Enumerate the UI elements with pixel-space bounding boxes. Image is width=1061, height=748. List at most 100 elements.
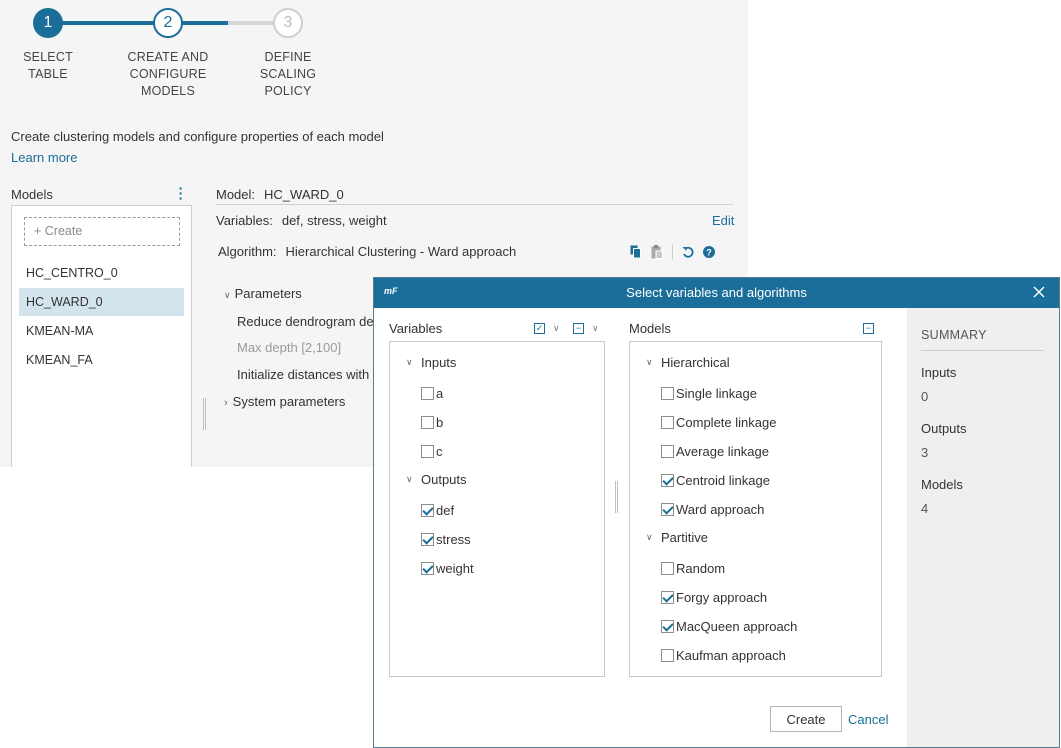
model-item-selected[interactable]: HC_WARD_0 xyxy=(19,288,184,316)
model-option-label: MacQueen approach xyxy=(676,618,798,634)
edit-variables-link[interactable]: Edit xyxy=(712,213,734,228)
checkbox-checked[interactable] xyxy=(421,503,434,517)
variable-checkbox-stress[interactable]: stress xyxy=(421,531,471,547)
cancel-button[interactable]: Cancel xyxy=(848,712,888,727)
copy-icon[interactable] xyxy=(630,245,642,259)
summary-inputs-label: Inputs xyxy=(921,365,957,380)
model-checkbox[interactable]: MacQueen approach xyxy=(661,618,797,634)
collapse-all-icon[interactable]: − xyxy=(863,323,874,334)
more-options-icon[interactable]: · · · xyxy=(176,181,186,205)
checkbox[interactable] xyxy=(661,444,674,458)
model-item[interactable]: KMEAN_FA xyxy=(19,346,184,374)
chevron-down-icon[interactable]: ∨ xyxy=(646,532,653,543)
chevron-right-icon: › xyxy=(224,397,228,409)
variable-label: stress xyxy=(436,531,471,547)
help-icon[interactable]: ? xyxy=(703,245,715,259)
checkbox[interactable] xyxy=(661,415,674,429)
summary-models-label: Models xyxy=(921,477,963,492)
create-model-button[interactable]: + Create xyxy=(24,217,180,246)
undo-icon[interactable] xyxy=(682,245,694,259)
variables-tree: ∨ Inputs a b c ∨ Outputs def stress weig… xyxy=(389,341,605,677)
divider xyxy=(921,350,1044,351)
models-panel-title: Models xyxy=(629,321,671,336)
model-option-label: Ward approach xyxy=(676,501,765,517)
summary-inputs-value: 0 xyxy=(921,389,929,404)
learn-more-link[interactable]: Learn more xyxy=(11,150,77,165)
step-2-circle[interactable]: 2 xyxy=(153,8,183,38)
parameters-label: Parameters xyxy=(234,286,302,301)
chevron-down-icon[interactable]: ∨ xyxy=(592,323,599,334)
param-reduce-dendrogram: Reduce dendrogram dep xyxy=(237,314,381,329)
partitive-group-label[interactable]: Partitive xyxy=(661,530,708,545)
inputs-group-label[interactable]: Inputs xyxy=(421,355,456,370)
checkbox-checked[interactable] xyxy=(421,561,434,575)
chevron-down-icon[interactable]: ∨ xyxy=(406,474,413,485)
variables-key: Variables: xyxy=(216,213,273,228)
algorithm-toolbar: ? xyxy=(630,244,715,260)
variable-label: def xyxy=(436,502,455,518)
models-list: + Create HC_CENTRO_0 HC_WARD_0 KMEAN-MA … xyxy=(11,205,192,467)
variable-checkbox-def[interactable]: def xyxy=(421,502,454,518)
system-parameters-section[interactable]: › System parameters xyxy=(224,394,345,409)
summary-panel: SUMMARY Inputs 0 Outputs 3 Models 4 xyxy=(907,308,1059,747)
checkbox[interactable] xyxy=(421,415,434,429)
checkbox[interactable] xyxy=(661,648,674,662)
model-checkbox[interactable]: Average linkage xyxy=(661,443,769,459)
outputs-group-label[interactable]: Outputs xyxy=(421,472,467,487)
step-1-label: SELECT TABLE xyxy=(23,50,73,81)
system-parameters-label: System parameters xyxy=(232,394,346,409)
model-checkbox[interactable]: Forgy approach xyxy=(661,589,767,605)
model-checkbox[interactable]: Single linkage xyxy=(661,385,757,401)
checkbox[interactable] xyxy=(661,386,674,400)
checkbox-checked[interactable] xyxy=(661,473,674,487)
models-panel-title: Models xyxy=(11,187,53,202)
close-icon[interactable] xyxy=(1031,284,1047,300)
svg-text:?: ? xyxy=(706,248,712,258)
summary-title: SUMMARY xyxy=(921,328,987,342)
resize-handle[interactable] xyxy=(615,481,618,513)
dialog-header: mF Select variables and algorithms xyxy=(374,278,1059,308)
checkbox[interactable] xyxy=(421,386,434,400)
model-option-label: Average linkage xyxy=(676,443,769,459)
page-description: Create clustering models and configure p… xyxy=(11,129,384,144)
checkbox[interactable] xyxy=(421,444,434,458)
divider xyxy=(216,204,733,205)
checkbox[interactable] xyxy=(661,561,674,575)
models-tree: ∨ Hierarchical Single linkage Complete l… xyxy=(629,341,882,677)
collapse-all-icon[interactable]: − xyxy=(573,323,584,334)
model-checkbox[interactable]: Kaufman approach xyxy=(661,647,786,663)
dialog-title: Select variables and algorithms xyxy=(626,285,807,300)
parameters-section[interactable]: ∨ Parameters xyxy=(224,286,302,301)
variables-panel-title: Variables xyxy=(389,321,443,336)
model-checkbox[interactable]: Centroid linkage xyxy=(661,472,770,488)
variable-checkbox-b[interactable]: b xyxy=(421,414,443,430)
model-name-row: Model: HC_WARD_0 xyxy=(216,187,344,202)
variable-checkbox-weight[interactable]: weight xyxy=(421,560,474,576)
create-button[interactable]: Create xyxy=(770,706,842,732)
chevron-down-icon[interactable]: ∨ xyxy=(406,357,413,368)
step-3-label: DEFINE SCALING POLICY xyxy=(259,50,317,98)
paste-icon[interactable] xyxy=(651,245,663,259)
select-all-checkbox-icon[interactable]: ✓ xyxy=(534,323,545,334)
chevron-down-icon[interactable]: ∨ xyxy=(553,323,560,334)
chevron-down-icon[interactable]: ∨ xyxy=(646,357,653,368)
hierarchical-group-label[interactable]: Hierarchical xyxy=(661,355,730,370)
model-checkbox[interactable]: Complete linkage xyxy=(661,414,776,430)
variable-checkbox-c[interactable]: c xyxy=(421,443,443,459)
checkbox-checked[interactable] xyxy=(661,502,674,516)
variables-row: Variables: def, stress, weight xyxy=(216,213,387,228)
variable-label: weight xyxy=(436,560,474,576)
model-option-label: Centroid linkage xyxy=(676,472,770,488)
model-checkbox[interactable]: Random xyxy=(661,560,725,576)
algorithm-row: Algorithm: Hierarchical Clustering - Ward… xyxy=(218,244,516,259)
variable-checkbox-a[interactable]: a xyxy=(421,385,443,401)
model-checkbox[interactable]: Ward approach xyxy=(661,501,764,517)
resize-handle[interactable] xyxy=(203,398,206,430)
checkbox-checked[interactable] xyxy=(661,590,674,604)
checkbox-checked[interactable] xyxy=(661,619,674,633)
model-item[interactable]: HC_CENTRO_0 xyxy=(19,259,184,287)
model-item[interactable]: KMEAN-MA xyxy=(19,317,184,345)
step-1-circle[interactable]: 1 xyxy=(33,8,63,38)
step-2-label: CREATE AND CONFIGURE MODELS xyxy=(127,50,209,98)
checkbox-checked[interactable] xyxy=(421,532,434,546)
